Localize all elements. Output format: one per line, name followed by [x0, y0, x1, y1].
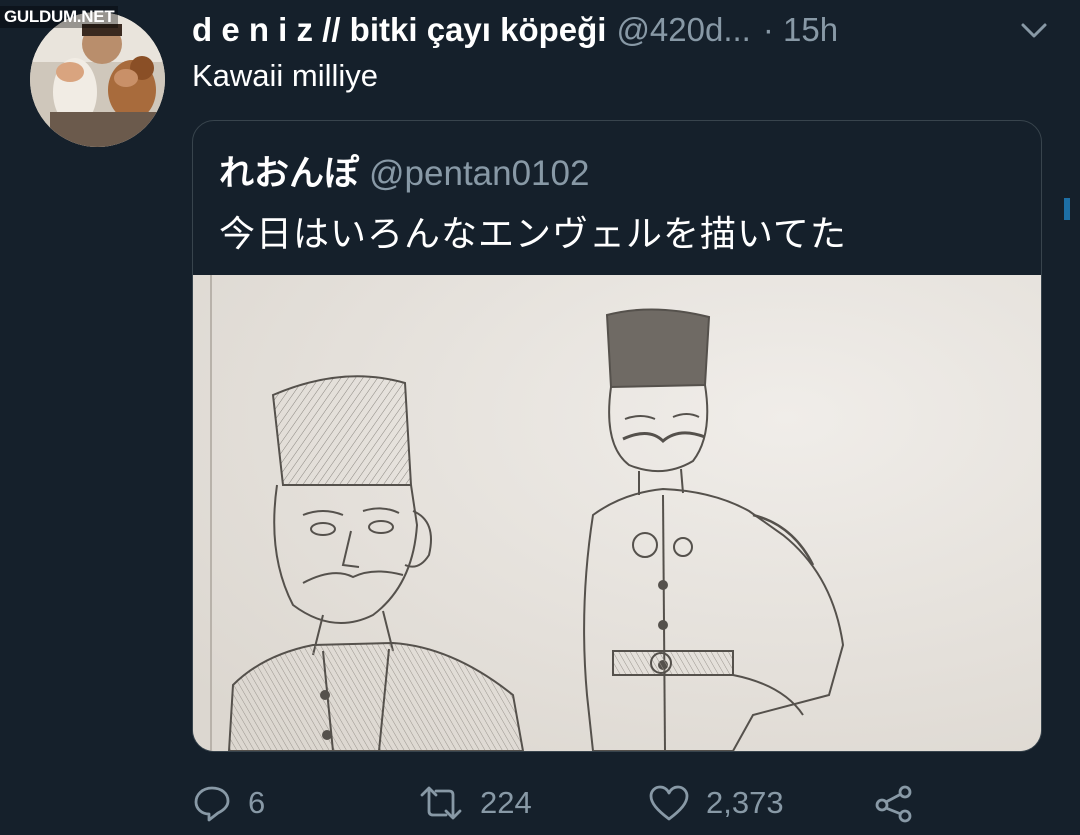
- display-name[interactable]: d e n i z // bitki çayı köpeği: [192, 11, 606, 49]
- reply-button[interactable]: 6: [192, 780, 265, 826]
- retweet-button[interactable]: 224: [418, 780, 532, 826]
- user-handle[interactable]: @420d...: [616, 11, 750, 49]
- quoted-display-name: れおんぽ: [219, 154, 360, 193]
- like-button[interactable]: 2,373: [648, 780, 784, 826]
- timestamp[interactable]: · 15h: [763, 11, 838, 49]
- avatar[interactable]: [30, 12, 165, 147]
- retweet-count: 224: [480, 785, 532, 820]
- heart-icon: [648, 783, 690, 823]
- reply-icon: [192, 783, 232, 823]
- share-button[interactable]: [874, 780, 914, 826]
- avatar-photo: [30, 12, 165, 147]
- share-icon: [874, 783, 914, 823]
- tweet-text: Kawaii milliye: [192, 58, 379, 93]
- retweet-icon: [418, 783, 464, 823]
- tweet-actions-bar: 6 224 2,373: [192, 780, 952, 826]
- scrollbar-thumb[interactable]: [1064, 198, 1070, 220]
- like-count: 2,373: [706, 785, 784, 820]
- quoted-tweet-image[interactable]: [193, 275, 1041, 751]
- reply-count: 6: [248, 785, 266, 820]
- pencil-sketch-image: [193, 275, 1041, 751]
- quoted-tweet-text: 今日はいろんなエンヴェルを描いてた: [219, 213, 847, 254]
- chevron-down-icon[interactable]: [1016, 16, 1052, 46]
- watermark-logo: GULDUM.NET: [0, 6, 119, 28]
- quoted-tweet-card[interactable]: れおんぽ @pentan0102 今日はいろんなエンヴェルを描いてた: [192, 120, 1042, 752]
- quoted-tweet-header: れおんぽ @pentan0102: [219, 145, 589, 196]
- quoted-user-handle: @pentan0102: [369, 154, 590, 193]
- tweet-header: d e n i z // bitki çayı köpeği @420d... …: [192, 8, 1052, 52]
